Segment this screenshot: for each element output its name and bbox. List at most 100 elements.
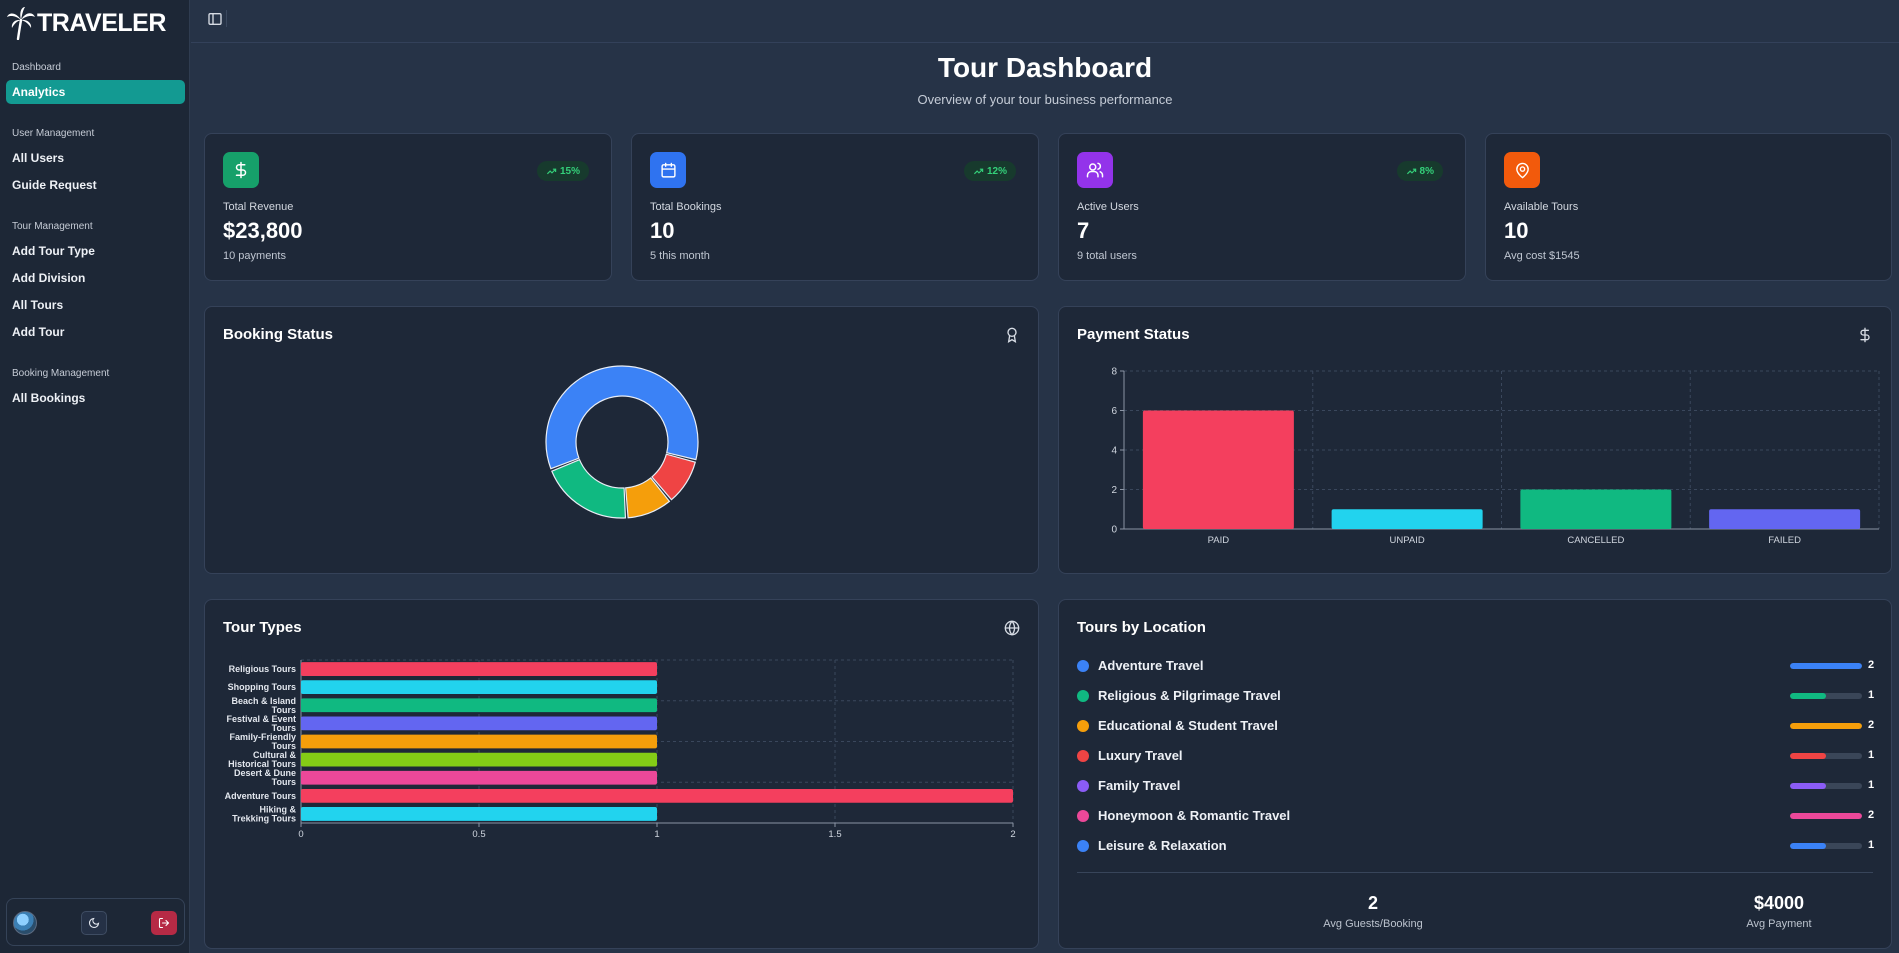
sidebar-group-tour-management: Tour Management: [12, 221, 93, 232]
y-tick-label: 4: [1111, 446, 1117, 457]
booking-status-card: Booking Status: [204, 306, 1039, 574]
location-name: Religious & Pilgrimage Travel: [1098, 688, 1281, 703]
location-progress-track: [1790, 723, 1862, 729]
sidebar-item-all-tours[interactable]: All Tours: [12, 298, 63, 312]
logout-icon: [158, 917, 170, 929]
summary-label: Avg Guests/Booking: [1323, 918, 1423, 930]
location-row: Luxury Travel 1: [1077, 746, 1887, 766]
location-row: Adventure Travel 2: [1077, 656, 1887, 676]
moon-icon: [88, 917, 100, 929]
location-row: Leisure & Relaxation 1: [1077, 836, 1887, 856]
location-name: Adventure Travel: [1098, 658, 1204, 673]
brand-logo[interactable]: TRAVELER: [6, 6, 166, 40]
sidebar-item-all-bookings[interactable]: All Bookings: [12, 391, 85, 405]
avatar[interactable]: [13, 911, 37, 935]
location-name: Family Travel: [1098, 778, 1181, 793]
stat-icon-box: [650, 152, 686, 188]
summary-value: $4000: [1753, 893, 1805, 913]
bar: [301, 680, 657, 695]
booking-status-donut-chart: [545, 365, 699, 519]
location-dot: [1077, 810, 1089, 822]
y-tick-label: 8: [1111, 367, 1117, 378]
divider: [226, 10, 227, 27]
location-name: Luxury Travel: [1098, 748, 1183, 763]
tours-by-location-card: Tours by Location Adventure Travel 2 Relig…: [1058, 599, 1892, 949]
location-dot: [1077, 690, 1089, 702]
theme-toggle-button[interactable]: [81, 911, 107, 935]
location-name: Leisure & Relaxation: [1098, 838, 1227, 853]
stat-value: 10: [1504, 218, 1529, 243]
location-dot: [1077, 840, 1089, 852]
trend-value: 15%: [559, 165, 580, 177]
location-progress-fill: [1790, 813, 1862, 819]
x-tick-label: 1: [654, 829, 659, 840]
location-count: 2: [1868, 809, 1875, 821]
bar: [1331, 509, 1483, 529]
stat-card-total-bookings: 12% Total Bookings 10 5 this month: [631, 133, 1039, 281]
sidebar-item-add-division[interactable]: Add Division: [12, 271, 85, 285]
trend-badge: 8%: [1396, 161, 1443, 181]
map-pin-icon: [1515, 162, 1529, 178]
location-count: 1: [1868, 749, 1875, 761]
sidebar-group-user-management: User Management: [12, 128, 95, 139]
payment-status-bar-chart: 0 2 4 6 8 PAID UNPAID CANCELLED FAILED: [1111, 367, 1880, 546]
card-title: Tours by Location: [1077, 619, 1206, 636]
sidebar-group-dashboard: Dashboard: [12, 62, 61, 73]
location-progress-track: [1790, 843, 1862, 849]
summary-label: Avg Payment: [1746, 918, 1812, 930]
location-count: 2: [1868, 719, 1875, 731]
donut-slice: [551, 458, 627, 519]
donut-slice: [545, 365, 699, 470]
stat-icon-box: [1077, 152, 1113, 188]
y-tick-label: Shopping Tours: [228, 682, 296, 692]
stat-sub: 5 this month: [650, 250, 710, 262]
location-count: 1: [1868, 779, 1875, 791]
bar: [301, 770, 657, 785]
trend-value: 12%: [986, 165, 1007, 177]
bar: [1520, 489, 1672, 529]
users-icon: [1086, 162, 1104, 178]
x-tick-label: UNPAID: [1390, 535, 1425, 546]
bar: [301, 752, 657, 767]
bar: [301, 734, 657, 749]
y-tick-label: Cultural & Historical Tours: [228, 750, 296, 769]
sidebar-toggle-icon[interactable]: [207, 11, 223, 27]
sidebar-item-all-users[interactable]: All Users: [12, 151, 64, 165]
location-dot: [1077, 720, 1089, 732]
trending-up-icon: [973, 168, 984, 174]
stat-sub: 10 payments: [223, 250, 286, 262]
y-tick-label: Adventure Tours: [225, 791, 296, 801]
calendar-icon: [660, 162, 676, 178]
trend-badge: 12%: [963, 161, 1016, 181]
location-count: 2: [1868, 659, 1875, 671]
page-title: Tour Dashboard: [937, 52, 1153, 83]
sidebar-item-add-tour[interactable]: Add Tour: [12, 325, 64, 339]
location-row: Honeymoon & Romantic Travel 2: [1077, 806, 1887, 826]
y-tick-label: Hiking & Trekking Tours: [232, 804, 296, 823]
stat-icon-box: [223, 152, 259, 188]
sidebar-group-booking-management: Booking Management: [12, 368, 110, 379]
sidebar: TRAVELER Dashboard Analytics User Manage…: [0, 0, 190, 953]
location-progress-fill: [1790, 753, 1826, 759]
stat-sub: Avg cost $1545: [1504, 250, 1580, 262]
trend-value: 8%: [1419, 165, 1434, 177]
sidebar-item-analytics[interactable]: Analytics: [6, 80, 185, 104]
stat-icon-box: [1504, 152, 1540, 188]
sidebar-item-guide-request[interactable]: Guide Request: [12, 178, 97, 192]
x-tick-label: 1.5: [828, 829, 841, 840]
sidebar-item-add-tour-type[interactable]: Add Tour Type: [12, 244, 95, 258]
location-row: Religious & Pilgrimage Travel 1: [1077, 686, 1887, 706]
stat-card-active-users: 8% Active Users 7 9 total users: [1058, 133, 1466, 281]
x-tick-label: 0: [298, 829, 303, 840]
brand-name: TRAVELER: [37, 8, 166, 37]
location-row: Family Travel 1: [1077, 776, 1887, 796]
logout-button[interactable]: [151, 911, 177, 935]
stat-label: Active Users: [1077, 201, 1139, 213]
y-tick-label: Family-Friendly Tours: [229, 732, 296, 751]
location-progress-fill: [1790, 663, 1862, 669]
stat-value: 7: [1077, 218, 1090, 243]
location-progress-track: [1790, 813, 1862, 819]
y-tick-label: 0: [1111, 525, 1117, 536]
location-dot: [1077, 660, 1089, 672]
palm-tree-icon: [7, 7, 35, 40]
